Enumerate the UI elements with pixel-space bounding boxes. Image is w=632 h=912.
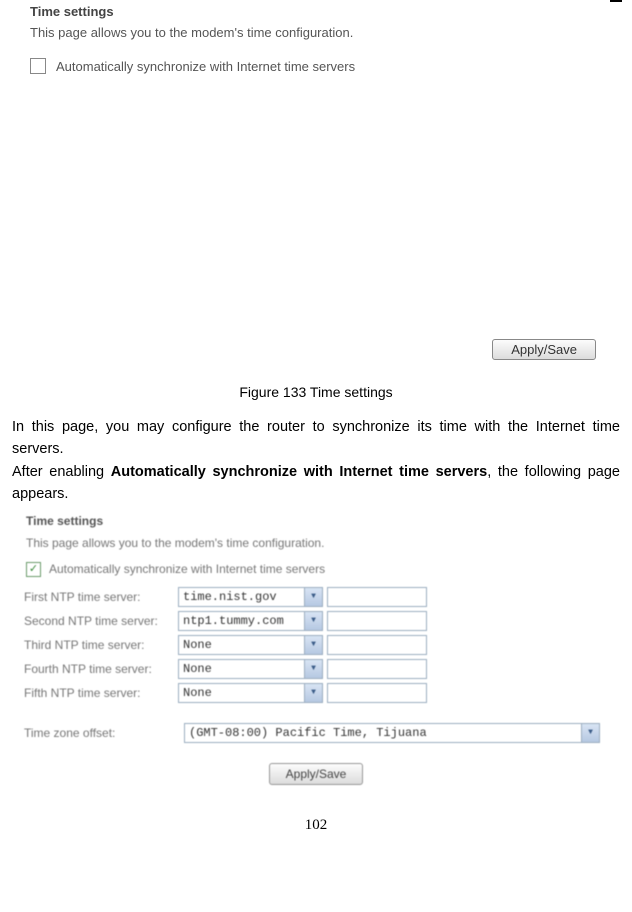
panel-title: Time settings bbox=[20, 0, 610, 25]
ntp-text-3[interactable] bbox=[327, 635, 427, 655]
ntp-label-1: First NTP time server: bbox=[24, 590, 174, 604]
ntp-row-1: First NTP time server: time.nist.gov ▼ bbox=[24, 587, 608, 607]
ntp-servers-grid: First NTP time server: time.nist.gov ▼ S… bbox=[16, 587, 616, 715]
chevron-down-icon: ▼ bbox=[304, 588, 322, 606]
ntp-select-5[interactable]: None ▼ bbox=[178, 683, 323, 703]
panel-description-2: This page allows you to the modem's time… bbox=[16, 536, 616, 560]
ntp-select-3[interactable]: None ▼ bbox=[178, 635, 323, 655]
p2-bold: Automatically synchronize with Internet … bbox=[111, 464, 487, 480]
ntp-row-5: Fifth NTP time server: None ▼ bbox=[24, 683, 608, 703]
ntp-text-1[interactable] bbox=[327, 587, 427, 607]
timezone-label: Time zone offset: bbox=[24, 726, 180, 740]
ntp-select-1-value: time.nist.gov bbox=[183, 590, 277, 604]
auto-sync-checkbox[interactable] bbox=[30, 58, 46, 74]
auto-sync-label-2: Automatically synchronize with Internet … bbox=[49, 562, 325, 576]
ntp-select-1[interactable]: time.nist.gov ▼ bbox=[178, 587, 323, 607]
ntp-label-3: Third NTP time server: bbox=[24, 638, 174, 652]
apply-save-button-2[interactable]: Apply/Save bbox=[269, 763, 364, 785]
auto-sync-label: Automatically synchronize with Internet … bbox=[56, 59, 355, 74]
figure-time-settings-unchecked: Time settings This page allows you to th… bbox=[20, 0, 610, 360]
ntp-select-3-value: None bbox=[183, 638, 212, 652]
ntp-row-4: Fourth NTP time server: None ▼ bbox=[24, 659, 608, 679]
p2-a: After enabling bbox=[12, 464, 111, 480]
ntp-row-3: Third NTP time server: None ▼ bbox=[24, 635, 608, 655]
ntp-label-5: Fifth NTP time server: bbox=[24, 686, 174, 700]
panel-title-2: Time settings bbox=[16, 510, 616, 536]
ntp-select-4[interactable]: None ▼ bbox=[178, 659, 323, 679]
ntp-label-2: Second NTP time server: bbox=[24, 614, 174, 628]
chevron-down-icon: ▼ bbox=[304, 636, 322, 654]
auto-sync-checkbox-checked[interactable]: ✓ bbox=[26, 562, 41, 577]
figure-caption: Figure 133 Time settings bbox=[10, 360, 622, 416]
chevron-down-icon: ▼ bbox=[304, 684, 322, 702]
apply-save-button[interactable]: Apply/Save bbox=[492, 339, 596, 360]
body-paragraph-1: In this page, you may configure the rout… bbox=[10, 416, 622, 461]
ntp-text-4[interactable] bbox=[327, 659, 427, 679]
timezone-value: (GMT-08:00) Pacific Time, Tijuana bbox=[189, 726, 427, 740]
panel-description: This page allows you to the modem's time… bbox=[20, 25, 610, 52]
chevron-down-icon: ▼ bbox=[304, 660, 322, 678]
timezone-row: Time zone offset: (GMT-08:00) Pacific Ti… bbox=[16, 715, 616, 753]
body-paragraph-2: After enabling Automatically synchronize… bbox=[10, 461, 622, 506]
ntp-row-2: Second NTP time server: ntp1.tummy.com ▼ bbox=[24, 611, 608, 631]
ntp-select-2[interactable]: ntp1.tummy.com ▼ bbox=[178, 611, 323, 631]
auto-sync-row: Automatically synchronize with Internet … bbox=[20, 52, 610, 80]
ntp-select-4-value: None bbox=[183, 662, 212, 676]
chevron-down-icon: ▼ bbox=[581, 724, 599, 742]
ntp-select-5-value: None bbox=[183, 686, 212, 700]
page-number: 102 bbox=[10, 791, 622, 844]
ntp-text-2[interactable] bbox=[327, 611, 427, 631]
auto-sync-row-2: ✓ Automatically synchronize with Interne… bbox=[16, 560, 616, 587]
chevron-down-icon: ▼ bbox=[304, 612, 322, 630]
ntp-label-4: Fourth NTP time server: bbox=[24, 662, 174, 676]
ntp-select-2-value: ntp1.tummy.com bbox=[183, 614, 284, 628]
ntp-text-5[interactable] bbox=[327, 683, 427, 703]
timezone-select[interactable]: (GMT-08:00) Pacific Time, Tijuana ▼ bbox=[184, 723, 600, 743]
figure-time-settings-checked: Time settings This page allows you to th… bbox=[16, 510, 616, 791]
